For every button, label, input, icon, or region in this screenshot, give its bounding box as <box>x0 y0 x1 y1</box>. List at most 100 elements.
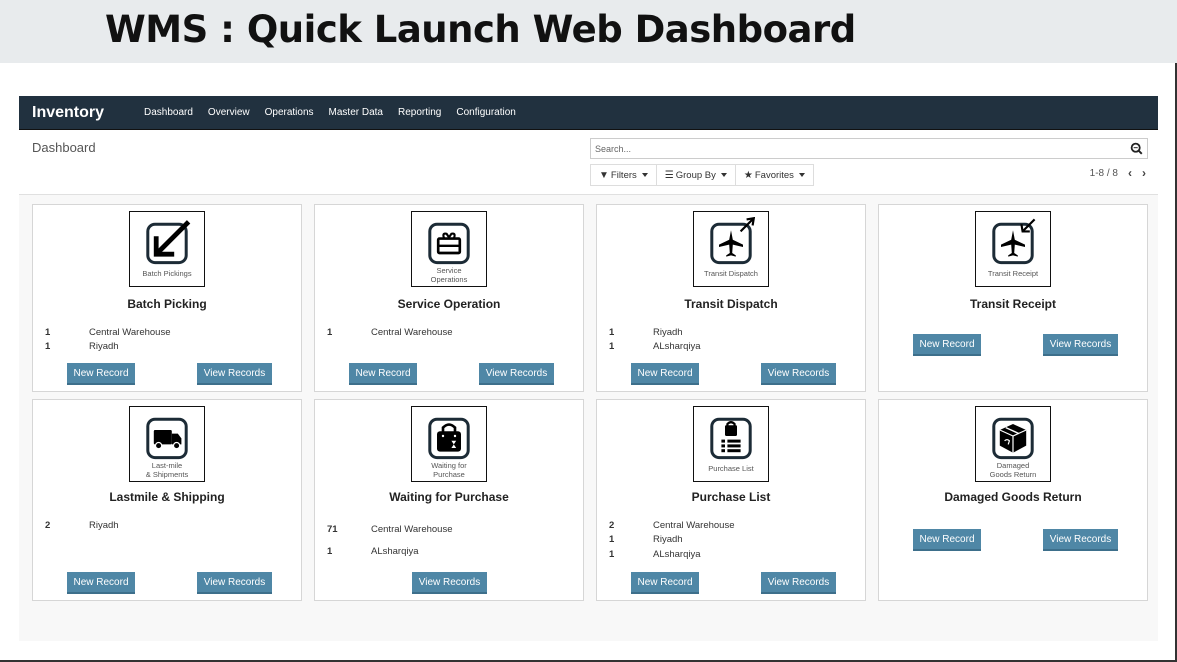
new-record-button[interactable]: New Record <box>67 572 135 594</box>
shopping-bag-hourglass-icon <box>428 417 470 460</box>
card-icon-tile[interactable]: Transit Dispatch <box>693 211 769 287</box>
tile-label: Damaged Goods Return <box>976 461 1050 479</box>
new-record-button[interactable]: New Record <box>349 363 417 385</box>
view-records-button[interactable]: View Records <box>1043 334 1118 356</box>
top-navbar: Inventory Dashboard Overview Operations … <box>19 96 1158 130</box>
view-records-button[interactable]: View Records <box>412 572 487 594</box>
tile-label-line: Service <box>436 266 462 275</box>
caret-down-icon <box>798 173 805 177</box>
card-icon-tile[interactable]: Waiting for Purchase <box>411 406 487 482</box>
stat-row[interactable]: 1 Riyadh <box>45 340 285 355</box>
nav-master-data[interactable]: Master Data <box>329 107 383 118</box>
group-by-button[interactable]: ☰ Group By <box>656 165 736 185</box>
card-stats: 1 Central Warehouse <box>327 325 567 340</box>
card-title: Purchase List <box>691 490 771 504</box>
stat-count: 1 <box>609 548 615 560</box>
pager-next-icon[interactable]: › <box>1142 166 1146 180</box>
control-panel: Dashboard ▼ Filters ☰ Group By ★ Fav <box>19 130 1158 195</box>
stat-row[interactable]: 1 Central Warehouse <box>45 325 285 340</box>
card-icon-tile[interactable]: Service Operations <box>411 211 487 287</box>
view-records-button[interactable]: View Records <box>479 363 554 385</box>
pager: 1-8 / 8 ‹ › <box>1090 166 1146 180</box>
card-stats: 1 Riyadh 1 ALsharqiya <box>609 325 849 354</box>
stat-location: ALsharqiya <box>371 545 419 557</box>
dashboard-card: Batch Pickings Batch Picking 1 Central Ware… <box>32 204 302 392</box>
view-records-button[interactable]: View Records <box>761 363 836 385</box>
dashboard-card: Transit Dispatch Transit Dispatch 1 Riyadh 1… <box>596 204 866 392</box>
card-icon-tile[interactable]: Transit Receipt <box>975 211 1051 287</box>
stat-count: 1 <box>609 341 615 353</box>
stat-location: Riyadh <box>89 519 119 531</box>
dashboard-card: Service Operations Service Operation 1 Centr… <box>314 204 584 392</box>
slide-title: WMS : Quick Launch Web Dashboard <box>105 8 856 51</box>
view-records-button[interactable]: View Records <box>761 572 836 594</box>
stat-location: Central Warehouse <box>89 326 171 338</box>
stat-row[interactable]: 1 ALsharqiya <box>609 340 849 355</box>
stat-count: 1 <box>327 545 333 557</box>
dashboard-card: Waiting for Purchase Waiting for Purchase 7… <box>314 399 584 601</box>
stat-row[interactable]: 1 Riyadh <box>609 533 849 548</box>
stat-count: 2 <box>45 519 51 531</box>
search-icon[interactable] <box>1130 142 1143 155</box>
nav-operations[interactable]: Operations <box>265 107 314 118</box>
star-icon: ★ <box>743 169 753 181</box>
dashboard-card: Purchase List Purchase List 2 Central Wareh… <box>596 399 866 601</box>
stat-count: 1 <box>327 326 333 338</box>
stat-row[interactable]: 1 Central Warehouse <box>327 325 567 340</box>
view-records-button[interactable]: View Records <box>197 572 272 594</box>
card-stats: 2 Riyadh <box>45 518 285 533</box>
stat-location: Riyadh <box>653 326 683 338</box>
stat-row[interactable]: 1 ALsharqiya <box>609 547 849 562</box>
card-icon-tile[interactable]: Damaged Goods Return <box>975 406 1051 482</box>
filters-button[interactable]: ▼ Filters <box>591 165 657 185</box>
card-title: Damaged Goods Return <box>944 490 1082 504</box>
new-record-button[interactable]: New Record <box>631 363 699 385</box>
new-record-button[interactable]: New Record <box>67 363 135 385</box>
stat-row[interactable]: 2 Central Warehouse <box>609 518 849 533</box>
card-icon-tile[interactable]: Last-mile & Shipments <box>129 406 205 482</box>
dashboard-card: Transit Receipt Transit Receipt New Record… <box>878 204 1148 392</box>
dashboard-card: Damaged Goods Return Damaged Goods Return N… <box>878 399 1148 601</box>
tile-label: Waiting for Purchase <box>412 461 486 479</box>
view-records-button[interactable]: View Records <box>197 363 272 385</box>
transit-receipt-icon <box>992 218 1036 265</box>
search-input[interactable] <box>591 139 1111 159</box>
stat-count: 1 <box>609 326 615 338</box>
card-title: Batch Picking <box>127 297 207 311</box>
nav-reporting[interactable]: Reporting <box>398 107 441 118</box>
tile-label-line: Operations <box>430 275 468 284</box>
caret-down-icon <box>720 173 727 177</box>
tile-label-line: Batch Pickings <box>142 269 192 278</box>
card-icon-tile[interactable]: Purchase List <box>693 406 769 482</box>
dashboard-card: Last-mile & Shipments Lastmile & Shipping 2… <box>32 399 302 601</box>
service-operations-icon <box>428 222 470 265</box>
card-icon-tile[interactable]: Batch Pickings <box>129 211 205 287</box>
view-records-button[interactable]: View Records <box>1043 529 1118 551</box>
new-record-button[interactable]: New Record <box>631 572 699 594</box>
new-record-button[interactable]: New Record <box>913 334 981 356</box>
stat-row[interactable]: 1 Riyadh <box>609 325 849 340</box>
nav-dashboard[interactable]: Dashboard <box>144 107 193 118</box>
stat-location: Riyadh <box>89 341 119 353</box>
pager-previous-icon[interactable]: ‹ <box>1128 166 1132 180</box>
stat-row[interactable]: 71 Central Warehouse <box>327 518 567 540</box>
pager-value[interactable]: 1-8 / 8 <box>1090 168 1118 179</box>
stat-count: 1 <box>609 534 615 546</box>
stat-row[interactable]: 2 Riyadh <box>45 518 285 533</box>
stat-location: ALsharqiya <box>653 341 701 353</box>
damaged-box-icon <box>992 417 1034 460</box>
favorites-button[interactable]: ★ Favorites <box>735 165 813 185</box>
bars-icon: ☰ <box>664 169 674 181</box>
card-title: Transit Receipt <box>969 297 1057 311</box>
new-record-button[interactable]: New Record <box>913 529 981 551</box>
nav-overview[interactable]: Overview <box>208 107 250 118</box>
app-brand[interactable]: Inventory <box>32 104 144 122</box>
tile-label-line: Purchase List <box>708 464 754 473</box>
tile-label: Batch Pickings <box>130 269 204 278</box>
tile-label: Transit Receipt <box>976 269 1050 278</box>
card-title: Waiting for Purchase <box>389 490 509 504</box>
nav-configuration[interactable]: Configuration <box>456 107 515 118</box>
card-title: Lastmile & Shipping <box>109 490 225 504</box>
purchase-list-icon <box>710 417 752 460</box>
stat-row[interactable]: 1 ALsharqiya <box>327 540 567 562</box>
